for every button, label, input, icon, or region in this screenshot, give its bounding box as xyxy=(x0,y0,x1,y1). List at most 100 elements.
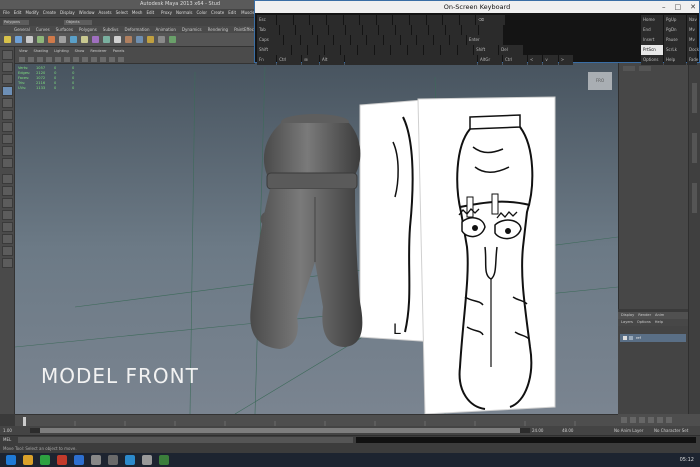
key[interactable] xyxy=(424,45,440,55)
key[interactable] xyxy=(400,35,417,45)
key[interactable] xyxy=(284,35,300,45)
key[interactable] xyxy=(334,35,350,45)
key[interactable] xyxy=(310,15,326,25)
shelf-tab[interactable]: Animation xyxy=(156,26,176,33)
shelf-tab[interactable]: Dynamics xyxy=(182,26,202,33)
layer-row[interactable]: ref xyxy=(620,334,686,342)
objects-field[interactable]: Objects xyxy=(64,20,92,25)
taskbar-app-icon[interactable] xyxy=(91,455,101,465)
key[interactable]: Fade xyxy=(687,55,698,65)
shelf-button[interactable] xyxy=(26,36,33,43)
key[interactable]: AltGr xyxy=(477,55,502,65)
menu-item[interactable]: Edit xyxy=(14,9,22,17)
layout-persp-icon[interactable] xyxy=(2,246,13,256)
shelf-button[interactable] xyxy=(114,36,121,43)
universal-manip-icon[interactable] xyxy=(2,122,13,132)
smooth-shade-icon[interactable] xyxy=(73,57,79,62)
key[interactable] xyxy=(341,45,357,55)
key[interactable] xyxy=(376,15,393,25)
key[interactable]: Del xyxy=(499,45,524,55)
shelf-tab[interactable]: Rendering xyxy=(208,26,228,33)
shelf-button[interactable] xyxy=(48,36,55,43)
key[interactable] xyxy=(440,45,457,55)
key[interactable] xyxy=(445,25,462,35)
key[interactable] xyxy=(409,15,426,25)
shelf-button[interactable] xyxy=(70,36,77,43)
lighting-icon[interactable] xyxy=(91,57,97,62)
isolate-icon[interactable] xyxy=(118,57,124,62)
character-set-dropdown[interactable]: No Character Set xyxy=(654,426,688,435)
mode-dropdown[interactable]: Polygons xyxy=(3,20,29,25)
textured-icon[interactable] xyxy=(82,57,88,62)
key[interactable]: Mv Dn xyxy=(687,35,697,52)
menu-item[interactable]: Window xyxy=(79,9,95,17)
key[interactable] xyxy=(293,15,310,25)
key[interactable]: Home xyxy=(641,15,663,25)
key[interactable] xyxy=(357,45,374,55)
key[interactable] xyxy=(312,25,329,35)
go-to-start-icon[interactable] xyxy=(621,417,627,423)
move-tool-icon[interactable] xyxy=(2,86,13,96)
image-plane-icon[interactable] xyxy=(46,57,52,62)
key[interactable] xyxy=(433,35,450,45)
key[interactable] xyxy=(459,15,476,25)
layer-color-icon[interactable] xyxy=(629,336,633,340)
shelf-button[interactable] xyxy=(92,36,99,43)
anim-layer-dropdown[interactable]: No Anim Layer xyxy=(614,426,643,435)
key[interactable]: ⊞ xyxy=(302,55,319,65)
range-start-field[interactable]: 1.00 xyxy=(3,426,12,435)
key[interactable] xyxy=(360,15,376,25)
shelf-button[interactable] xyxy=(103,36,110,43)
shelf-tab[interactable]: Deformation xyxy=(125,26,150,33)
key[interactable]: Ctrl xyxy=(502,55,527,65)
mel-label[interactable]: MEL xyxy=(3,436,11,444)
key[interactable] xyxy=(450,35,466,45)
shelf-button[interactable] xyxy=(158,36,165,43)
go-to-end-icon[interactable] xyxy=(666,417,672,423)
last-tool-icon[interactable] xyxy=(2,158,13,168)
key[interactable] xyxy=(279,25,296,35)
key[interactable] xyxy=(383,35,400,45)
camera-icon[interactable] xyxy=(19,57,25,62)
menu-item[interactable]: Edit UVs xyxy=(228,9,237,23)
soft-mod-icon[interactable] xyxy=(2,134,13,144)
paint-select-icon[interactable] xyxy=(2,74,13,84)
key[interactable]: Mv Up xyxy=(687,25,697,42)
show-manip-icon[interactable] xyxy=(2,146,13,156)
taskbar-app-icon[interactable] xyxy=(40,455,50,465)
attribute-side-strip[interactable] xyxy=(688,63,700,414)
layout-single-icon[interactable] xyxy=(2,174,13,184)
tool-settings-tab[interactable] xyxy=(692,133,697,163)
taskbar-app-icon[interactable] xyxy=(74,455,84,465)
camera-lock-icon[interactable] xyxy=(28,57,34,62)
step-forward-icon[interactable] xyxy=(657,417,663,423)
shelf-button[interactable] xyxy=(147,36,154,43)
key[interactable]: Esc xyxy=(257,15,277,25)
command-input[interactable] xyxy=(18,437,353,443)
key[interactable]: Caps xyxy=(257,35,284,45)
key[interactable] xyxy=(343,15,360,25)
taskbar-app-icon[interactable] xyxy=(23,455,33,465)
shelf-tab[interactable]: General xyxy=(14,26,30,33)
key[interactable] xyxy=(329,25,345,35)
attribute-editor-tab[interactable] xyxy=(692,83,697,113)
layout-two-icon[interactable] xyxy=(2,198,13,208)
time-slider[interactable] xyxy=(15,414,618,427)
key[interactable] xyxy=(462,25,478,35)
viewport[interactable]: L View Shading Lighting Show Renderer Pa… xyxy=(15,47,618,414)
shelf-button[interactable] xyxy=(169,36,176,43)
layout-hypershade-icon[interactable] xyxy=(2,234,13,244)
taskbar-app-icon[interactable] xyxy=(142,455,152,465)
key[interactable]: End xyxy=(641,25,663,35)
layer-tab[interactable]: Display xyxy=(621,312,634,319)
shelf-tab[interactable]: Subdivs xyxy=(103,26,119,33)
maximize-icon[interactable]: □ xyxy=(675,1,682,13)
layout-uv-icon[interactable] xyxy=(2,258,13,268)
panel-menu-item[interactable]: Shading xyxy=(34,47,49,55)
key[interactable] xyxy=(379,25,395,35)
menu-item[interactable]: Select xyxy=(116,9,128,17)
key[interactable] xyxy=(443,15,459,25)
xray-icon[interactable] xyxy=(109,57,115,62)
menu-item[interactable]: Modify xyxy=(25,9,38,17)
anim-end-field[interactable]: 48.00 xyxy=(562,426,573,435)
